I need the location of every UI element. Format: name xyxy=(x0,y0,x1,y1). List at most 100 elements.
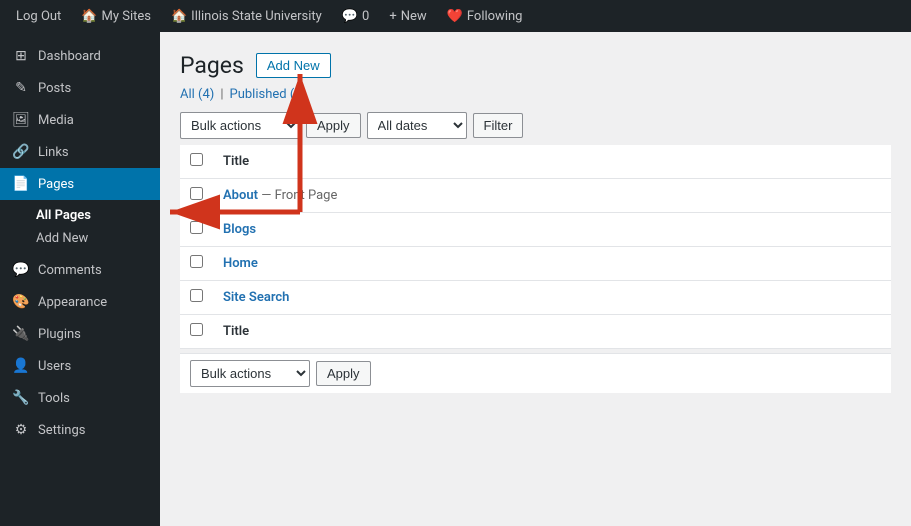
row-checkbox-1[interactable] xyxy=(190,187,203,200)
sidebar-plugins-label: Plugins xyxy=(38,327,81,342)
sidebar-links-label: Links xyxy=(38,145,69,160)
appearance-icon: 🎨 xyxy=(12,294,30,310)
media-icon: 🖼 xyxy=(12,112,30,128)
bottom-select-all-checkbox[interactable] xyxy=(190,323,203,336)
all-filter-link[interactable]: All (4) xyxy=(180,87,214,102)
add-new-button[interactable]: Add New xyxy=(256,53,331,78)
all-count: (4) xyxy=(198,87,214,102)
plugins-icon: 🔌 xyxy=(12,326,30,342)
date-filter-select[interactable]: All dates xyxy=(367,112,467,139)
page-link-home[interactable]: Home xyxy=(223,256,258,271)
bulk-actions-select[interactable]: Bulk actions xyxy=(180,112,300,139)
sidebar-item-dashboard[interactable]: ⊞ Dashboard xyxy=(0,40,160,72)
select-all-checkbox[interactable] xyxy=(190,153,203,166)
posts-icon: ✎ xyxy=(12,80,30,96)
pages-submenu: All Pages Add New xyxy=(0,200,160,254)
sidebar-posts-label: Posts xyxy=(38,81,71,96)
published-filter-link[interactable]: Published (4) xyxy=(230,87,307,102)
page-link-about[interactable]: About xyxy=(223,188,258,203)
filter-button[interactable]: Filter xyxy=(473,113,524,138)
sidebar-item-media[interactable]: 🖼 Media xyxy=(0,104,160,136)
sidebar-media-label: Media xyxy=(38,113,74,128)
sidebar-users-label: Users xyxy=(38,359,71,374)
sidebar-sub-all-pages[interactable]: All Pages xyxy=(36,204,160,227)
sidebar-item-users[interactable]: 👤 Users xyxy=(0,350,160,382)
filter-links: All (4) | Published (4) xyxy=(180,87,891,102)
sidebar-item-plugins[interactable]: 🔌 Plugins xyxy=(0,318,160,350)
page-title: Pages xyxy=(180,52,244,79)
row-checkbox-cell xyxy=(180,281,213,315)
dashboard-icon: ⊞ xyxy=(12,48,30,64)
table-row: Home xyxy=(180,247,891,281)
following-link[interactable]: ❤️ Following xyxy=(439,0,531,32)
table-row-bottom-header: Title xyxy=(180,315,891,349)
row-checkbox-cell xyxy=(180,247,213,281)
apply-button[interactable]: Apply xyxy=(306,113,361,138)
admin-bar: Log Out 🏠 My Sites 🏠 Illinois State Univ… xyxy=(0,0,911,32)
sidebar: ⊞ Dashboard ✎ Posts 🖼 Media 🔗 Links 📄 Pa… xyxy=(0,32,160,526)
row-checkbox-2[interactable] xyxy=(190,221,203,234)
pages-icon: 📄 xyxy=(12,176,30,192)
following-label: Following xyxy=(467,9,523,24)
page-title-cell-4: Site Search xyxy=(213,281,891,315)
row-checkbox-4[interactable] xyxy=(190,289,203,302)
table-nav-bottom: Bulk actions Apply xyxy=(180,353,891,393)
page-link-site-search[interactable]: Site Search xyxy=(223,290,289,305)
row-checkbox-cell xyxy=(180,213,213,247)
table-nav-top: Bulk actions Apply All dates Filter xyxy=(180,112,891,139)
page-header: Pages Add New xyxy=(180,52,891,79)
sidebar-comments-label: Comments xyxy=(38,263,102,278)
heart-icon: ❤️ xyxy=(447,9,463,24)
title-column-header: Title xyxy=(213,145,891,179)
plus-icon: + xyxy=(389,9,396,24)
comments-count: 0 xyxy=(362,9,369,24)
logout-link[interactable]: Log Out xyxy=(8,0,69,32)
my-sites-label: My Sites xyxy=(102,9,151,24)
table-row: Site Search xyxy=(180,281,891,315)
sidebar-item-appearance[interactable]: 🎨 Appearance xyxy=(0,286,160,318)
select-all-header xyxy=(180,145,213,179)
comments-icon: 💬 xyxy=(342,9,358,24)
row-checkbox-3[interactable] xyxy=(190,255,203,268)
page-title-cell-1: About — Front Page xyxy=(213,179,891,213)
sidebar-item-comments[interactable]: 💬 Comments xyxy=(0,254,160,286)
tools-icon: 🔧 xyxy=(12,390,30,406)
home-icon: 🏠 xyxy=(81,9,97,24)
sidebar-item-links[interactable]: 🔗 Links xyxy=(0,136,160,168)
new-label: New xyxy=(401,9,427,24)
bottom-apply-button[interactable]: Apply xyxy=(316,361,371,386)
comments-nav-icon: 💬 xyxy=(12,262,30,278)
sidebar-pages-label: Pages xyxy=(38,177,74,192)
pages-table: Title About — Front Page xyxy=(180,145,891,349)
my-sites-link[interactable]: 🏠 My Sites xyxy=(73,0,159,32)
published-count: (4) xyxy=(290,87,306,102)
bottom-bulk-actions-select[interactable]: Bulk actions xyxy=(190,360,310,387)
links-icon: 🔗 xyxy=(12,144,30,160)
sidebar-tools-label: Tools xyxy=(38,391,70,406)
comments-link[interactable]: 💬 0 xyxy=(334,0,378,32)
sidebar-item-tools[interactable]: 🔧 Tools xyxy=(0,382,160,414)
sidebar-item-pages[interactable]: 📄 Pages xyxy=(0,168,160,200)
page-link-blogs[interactable]: Blogs xyxy=(223,222,256,237)
page-title-cell-3: Home xyxy=(213,247,891,281)
site-home-icon: 🏠 xyxy=(171,9,187,24)
site-name-link[interactable]: 🏠 Illinois State University xyxy=(163,0,330,32)
sidebar-sub-add-new[interactable]: Add New xyxy=(36,227,160,250)
sidebar-item-posts[interactable]: ✎ Posts xyxy=(0,72,160,104)
page-layout: ⊞ Dashboard ✎ Posts 🖼 Media 🔗 Links 📄 Pa… xyxy=(0,32,911,526)
sidebar-appearance-label: Appearance xyxy=(38,295,107,310)
new-content-link[interactable]: + New xyxy=(381,0,434,32)
row-checkbox-cell xyxy=(180,179,213,213)
users-icon: 👤 xyxy=(12,358,30,374)
page-title-cell-2: Blogs xyxy=(213,213,891,247)
table-row: Blogs xyxy=(180,213,891,247)
bottom-title-header: Title xyxy=(213,315,891,349)
sidebar-item-settings[interactable]: ⚙ Settings xyxy=(0,414,160,446)
site-name: Illinois State University xyxy=(191,9,322,24)
settings-icon: ⚙ xyxy=(12,422,30,438)
sidebar-dashboard-label: Dashboard xyxy=(38,49,101,64)
sidebar-settings-label: Settings xyxy=(38,423,85,438)
main-content: Pages Add New All (4) | Published (4) Bu… xyxy=(160,32,911,526)
front-page-label: — Front Page xyxy=(261,188,337,203)
table-row: About — Front Page xyxy=(180,179,891,213)
